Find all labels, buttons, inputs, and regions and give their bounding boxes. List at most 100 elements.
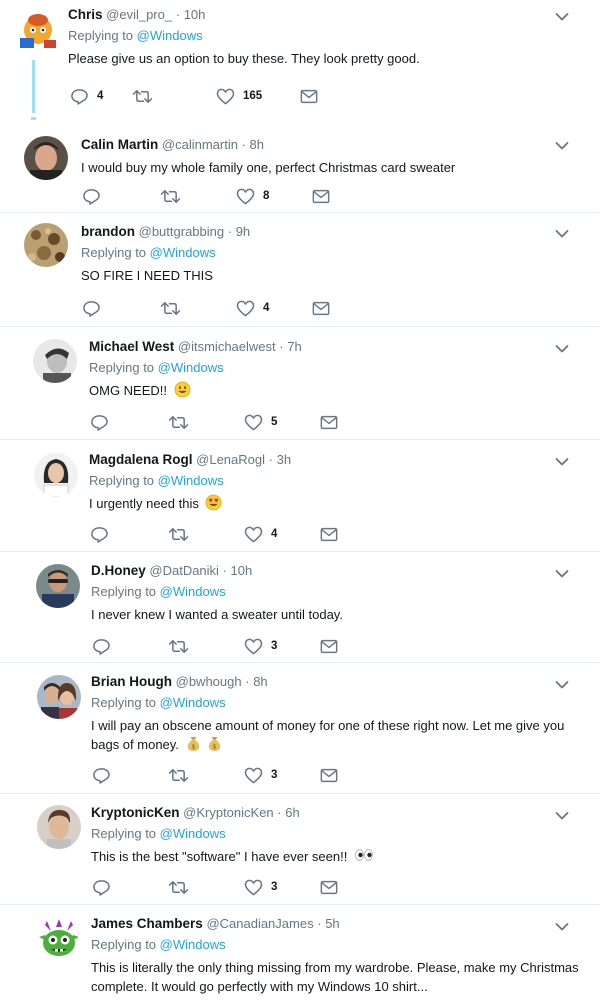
like-count: 3 (271, 881, 278, 893)
dm-button[interactable] (320, 878, 338, 896)
reply-button[interactable] (90, 413, 168, 431)
display-name[interactable]: D.Honey (91, 563, 146, 578)
tweet-item[interactable]: D.Honey @DatDaniki · 10h Replying to @Wi… (0, 552, 600, 663)
like-button[interactable]: 3 (244, 637, 320, 655)
like-button[interactable]: 3 (244, 878, 320, 896)
avatar[interactable] (37, 805, 81, 849)
timestamp[interactable]: 8h (250, 137, 264, 152)
tweet-item[interactable]: KryptonicKen @KryptonicKen · 6h Replying… (0, 794, 600, 905)
avatar[interactable] (14, 4, 62, 52)
timestamp[interactable]: 9h (236, 224, 250, 239)
avatar[interactable] (33, 339, 77, 383)
like-button[interactable]: 165 (216, 87, 300, 105)
chevron-down-icon[interactable] (554, 919, 570, 935)
username[interactable]: @bwhough (176, 674, 242, 689)
tweet-item[interactable]: Calin Martin @calinmartin · 8h I would b… (0, 121, 600, 213)
tweet-item[interactable]: Chris @evil_pro_ · 10h Replying to @Wind… (0, 0, 600, 121)
like-button[interactable]: 8 (236, 187, 312, 205)
username[interactable]: @evil_pro_ (106, 7, 172, 22)
mention-link[interactable]: @Windows (160, 695, 226, 710)
retweet-button[interactable] (168, 878, 244, 896)
display-name[interactable]: Magdalena Rogl (89, 452, 193, 467)
display-name[interactable]: Chris (68, 7, 103, 22)
mention-link[interactable]: @Windows (158, 360, 224, 375)
retweet-button[interactable] (168, 637, 244, 655)
tweet-item[interactable]: James Chambers @CanadianJames · 5h Reply… (0, 905, 600, 1001)
dm-button[interactable] (312, 299, 330, 317)
like-button[interactable]: 4 (236, 299, 312, 317)
mention-link[interactable]: @Windows (160, 584, 226, 599)
display-name[interactable]: Michael West (89, 339, 174, 354)
reply-button[interactable] (90, 525, 168, 543)
display-name[interactable]: Brian Hough (91, 674, 172, 689)
username[interactable]: @itsmichaelwest (178, 339, 276, 354)
mention-link[interactable]: @Windows (158, 473, 224, 488)
avatar[interactable] (37, 917, 81, 961)
retweet-button[interactable] (160, 299, 236, 317)
like-button[interactable]: 5 (244, 413, 320, 431)
display-name[interactable]: Calin Martin (81, 137, 158, 152)
retweet-button[interactable] (160, 187, 236, 205)
username[interactable]: @DatDaniki (149, 563, 219, 578)
chevron-down-icon[interactable] (554, 566, 570, 582)
avatar[interactable] (24, 223, 68, 267)
display-name[interactable]: James Chambers (91, 916, 203, 931)
mention-link[interactable]: @Windows (150, 245, 216, 260)
tweet-item[interactable]: Brian Hough @bwhough · 8h Replying to @W… (0, 663, 600, 794)
timestamp[interactable]: 10h (231, 563, 253, 578)
retweet-button[interactable] (168, 525, 244, 543)
like-button[interactable]: 3 (244, 766, 320, 784)
timestamp[interactable]: 10h (184, 7, 206, 22)
replying-to-label: Replying to (91, 826, 157, 841)
avatar[interactable] (37, 675, 81, 719)
timestamp[interactable]: 3h (277, 452, 291, 467)
chevron-down-icon[interactable] (554, 9, 570, 25)
avatar[interactable] (24, 136, 68, 180)
mention-link[interactable]: @Windows (160, 937, 226, 952)
reply-button[interactable] (82, 299, 160, 317)
chevron-down-icon[interactable] (554, 341, 570, 357)
dm-button[interactable] (320, 637, 338, 655)
reply-button[interactable] (92, 766, 168, 784)
tweet-item[interactable]: Michael West @itsmichaelwest · 7h Replyi… (0, 327, 600, 440)
timestamp[interactable]: 5h (325, 916, 339, 931)
timestamp[interactable]: 6h (285, 805, 299, 820)
mention-link[interactable]: @Windows (137, 28, 203, 43)
retweet-button[interactable] (132, 87, 216, 105)
chevron-down-icon[interactable] (554, 808, 570, 824)
chevron-down-icon[interactable] (554, 138, 570, 154)
timestamp[interactable]: 7h (287, 339, 301, 354)
like-count: 165 (243, 90, 263, 102)
thread-line (32, 60, 35, 113)
reply-button[interactable]: 4 (70, 87, 132, 105)
timestamp[interactable]: 8h (253, 674, 267, 689)
username[interactable]: @LenaRogl (196, 452, 265, 467)
replying-to-label: Replying to (91, 584, 157, 599)
dm-button[interactable] (320, 525, 338, 543)
username[interactable]: @CanadianJames (206, 916, 313, 931)
reply-button[interactable] (92, 637, 168, 655)
dm-button[interactable] (300, 87, 318, 105)
username[interactable]: @KryptonicKen (183, 805, 274, 820)
avatar[interactable] (34, 453, 78, 497)
username[interactable]: @calinmartin (162, 137, 238, 152)
reply-button[interactable] (82, 187, 160, 205)
like-button[interactable]: 4 (244, 525, 320, 543)
display-name[interactable]: KryptonicKen (91, 805, 180, 820)
chevron-down-icon[interactable] (554, 677, 570, 693)
dm-button[interactable] (320, 766, 338, 784)
mention-link[interactable]: @Windows (160, 826, 226, 841)
dm-button[interactable] (312, 187, 330, 205)
display-name[interactable]: brandon (81, 224, 135, 239)
dm-icon (320, 768, 338, 783)
chevron-down-icon[interactable] (554, 454, 570, 470)
tweet-item[interactable]: brandon @buttgrabbing · 9h Replying to @… (0, 213, 600, 327)
reply-button[interactable] (92, 878, 168, 896)
retweet-button[interactable] (168, 766, 244, 784)
retweet-button[interactable] (168, 413, 244, 431)
dm-button[interactable] (320, 413, 338, 431)
chevron-down-icon[interactable] (554, 226, 570, 242)
avatar[interactable] (36, 564, 80, 608)
tweet-item[interactable]: Magdalena Rogl @LenaRogl · 3h Replying t… (0, 440, 600, 552)
username[interactable]: @buttgrabbing (139, 224, 224, 239)
